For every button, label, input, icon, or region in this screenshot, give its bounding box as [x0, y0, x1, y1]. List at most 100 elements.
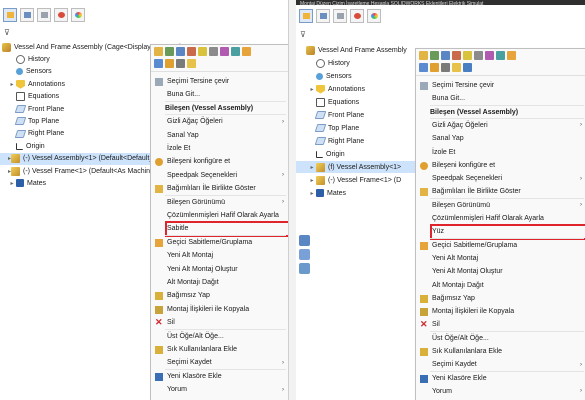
tree-item[interactable]: Equations	[0, 91, 158, 103]
tree-item[interactable]: Top Plane	[0, 115, 158, 127]
expand-toggle[interactable]: ▸	[308, 177, 316, 184]
menu-item[interactable]: Yeni Klasöre Ekle	[151, 370, 288, 383]
menu-item[interactable]: Gizli Ağaç Öğeleri ›	[151, 115, 288, 128]
menu-item[interactable]: Yeni Alt Montaj	[151, 249, 288, 262]
menu-item[interactable]: Seçimi Tersine çevir	[151, 75, 288, 88]
change-transparency-icon[interactable]	[209, 47, 218, 56]
tree-item[interactable]: Right Plane	[0, 128, 158, 140]
expand-toggle[interactable]: ▸	[8, 81, 16, 88]
menu-item[interactable]: ✕ Sil	[151, 316, 288, 329]
edit-component-icon[interactable]	[430, 51, 439, 60]
menu-item[interactable]: Sanal Yap	[151, 129, 288, 142]
menu-item[interactable]: Yeni Alt Montaj Oluştur	[416, 265, 585, 278]
filter-icon[interactable]: ⊽	[300, 30, 306, 39]
menu-item[interactable]: Bileşeni konfigüre et	[151, 155, 288, 168]
open-part-icon[interactable]	[154, 47, 163, 56]
menu-item[interactable]: Bileşeni konfigüre et	[416, 159, 585, 172]
menu-item[interactable]: Bağımlıları İle Birlikte Göster	[151, 182, 288, 195]
rotate-view-icon[interactable]	[299, 263, 310, 274]
tree-item[interactable]: ▸ (-) Vessel Frame<1> (Default<As Machine…	[0, 165, 179, 177]
configuration-icon[interactable]	[231, 47, 240, 56]
zoom-to-selection-icon[interactable]	[441, 63, 450, 72]
tab-feature-tree[interactable]	[299, 9, 313, 23]
menu-item[interactable]: ✕ Sil	[416, 318, 585, 331]
menu-item[interactable]: Bağımlıları İle Birlikte Göster	[416, 185, 585, 198]
view-orientation-icon[interactable]	[299, 235, 310, 246]
suppress-icon[interactable]	[187, 59, 196, 68]
menu-item[interactable]: Alt Montajı Dağıt	[416, 279, 585, 292]
menu-item[interactable]: Alt Montajı Dağıt	[151, 276, 288, 289]
suppress-icon[interactable]	[452, 63, 461, 72]
menu-item[interactable]: Yeni Alt Montaj	[416, 252, 585, 265]
menu-item[interactable]: Bileşen Görünümü ›	[151, 196, 288, 209]
menu-item[interactable]: Sık Kullanılanlara Ekle	[416, 345, 585, 358]
menu-item[interactable]: Seçimi Kaydet ›	[151, 356, 288, 369]
menu-item[interactable]: İzole Et	[416, 146, 585, 159]
hide-component-icon[interactable]	[187, 47, 196, 56]
tab-configuration-manager[interactable]	[37, 8, 51, 22]
menu-item[interactable]: Seçimi Kaydet ›	[416, 358, 585, 371]
zoom-to-selection-icon[interactable]	[176, 59, 185, 68]
tree-item[interactable]: ▸ (-) Vessel Assembly<1> (Default<Default…	[0, 152, 176, 165]
tab-dimxpert[interactable]	[350, 9, 364, 23]
tab-display-manager[interactable]	[71, 8, 85, 22]
menu-item[interactable]: Montaj İlişkileri ile Kopyala	[416, 305, 585, 318]
component-properties-icon[interactable]	[165, 59, 174, 68]
menu-item[interactable]: Geçici Sabitleme/Gruplama	[151, 236, 288, 249]
menu-item[interactable]: Yeni Klasöre Ekle	[416, 372, 585, 385]
rebuild-icon[interactable]	[176, 47, 185, 56]
menu-item[interactable]: İzole Et	[151, 142, 288, 155]
tree-item[interactable]: ▸ Annotations	[0, 78, 158, 90]
menu-item[interactable]: Çözümlenmişleri Hafif Olarak Ayarla	[416, 212, 585, 225]
expand-toggle[interactable]: ▸	[308, 86, 316, 93]
expand-toggle[interactable]: ▸	[308, 190, 316, 197]
menu-item[interactable]: Speedpak Seçenekleri ›	[151, 169, 288, 182]
view-mates-icon[interactable]	[154, 59, 163, 68]
menu-item[interactable]: Yorum ›	[416, 385, 585, 398]
configuration-icon[interactable]	[496, 51, 505, 60]
tab-display-manager[interactable]	[367, 9, 381, 23]
tab-property-manager[interactable]	[316, 9, 330, 23]
filter-icon[interactable]: ⊽	[4, 28, 10, 37]
mate-icon[interactable]	[242, 47, 251, 56]
change-transparency-icon[interactable]	[474, 51, 483, 60]
isolate-icon[interactable]	[220, 47, 229, 56]
menu-item[interactable]: Çözümlenmişleri Hafif Olarak Ayarla	[151, 209, 288, 222]
menu-item[interactable]: Üst Öğe/Alt Öğe...	[416, 332, 585, 345]
appearance-icon[interactable]	[198, 47, 207, 56]
tab-property-manager[interactable]	[20, 8, 34, 22]
rebuild-icon[interactable]	[441, 51, 450, 60]
menu-item[interactable]: Buna Git...	[416, 92, 585, 105]
hide-component-icon[interactable]	[452, 51, 461, 60]
edit-component-icon[interactable]	[165, 47, 174, 56]
menu-item[interactable]: Seçimi Tersine çevir	[416, 79, 585, 92]
expand-toggle[interactable]: ▸	[8, 180, 16, 187]
isolate-icon[interactable]	[485, 51, 494, 60]
tab-feature-tree[interactable]	[3, 8, 17, 22]
tree-item[interactable]: Front Plane	[0, 103, 158, 115]
expand-toggle[interactable]: ▸	[308, 164, 316, 171]
mate-icon[interactable]	[507, 51, 516, 60]
menu-item[interactable]: Speedpak Seçenekleri ›	[416, 172, 585, 185]
menu-item[interactable]: Buna Git...	[151, 88, 288, 101]
menu-item[interactable]: Bileşen Görünümü ›	[416, 199, 585, 212]
view-mates-icon[interactable]	[419, 63, 428, 72]
menu-item[interactable]: Geçici Sabitleme/Gruplama	[416, 239, 585, 252]
menu-item[interactable]: Sık Kullanılanlara Ekle	[151, 343, 288, 356]
open-part-icon[interactable]	[419, 51, 428, 60]
menu-item[interactable]: Montaj İlişkileri ile Kopyala	[151, 303, 288, 316]
tree-item[interactable]: History	[0, 53, 158, 65]
tree-item[interactable]: Sensors	[0, 66, 158, 78]
menu-item[interactable]: Yeni Alt Montaj Oluştur	[151, 263, 288, 276]
component-properties-icon[interactable]	[430, 63, 439, 72]
tree-item[interactable]: Vessel And Frame Assembly (Cage<Display …	[0, 41, 182, 53]
menu-item[interactable]: Yorum ›	[151, 383, 288, 396]
tab-dimxpert[interactable]	[54, 8, 68, 22]
menu-item[interactable]: Sanal Yap	[416, 132, 585, 145]
menu-item[interactable]: Üst Öğe/Alt Öğe...	[151, 330, 288, 343]
appearance-icon[interactable]	[463, 51, 472, 60]
float-icon[interactable]	[463, 63, 472, 72]
tree-item[interactable]: Origin	[0, 140, 158, 152]
tab-configuration-manager[interactable]	[333, 9, 347, 23]
display-style-icon[interactable]	[299, 249, 310, 260]
